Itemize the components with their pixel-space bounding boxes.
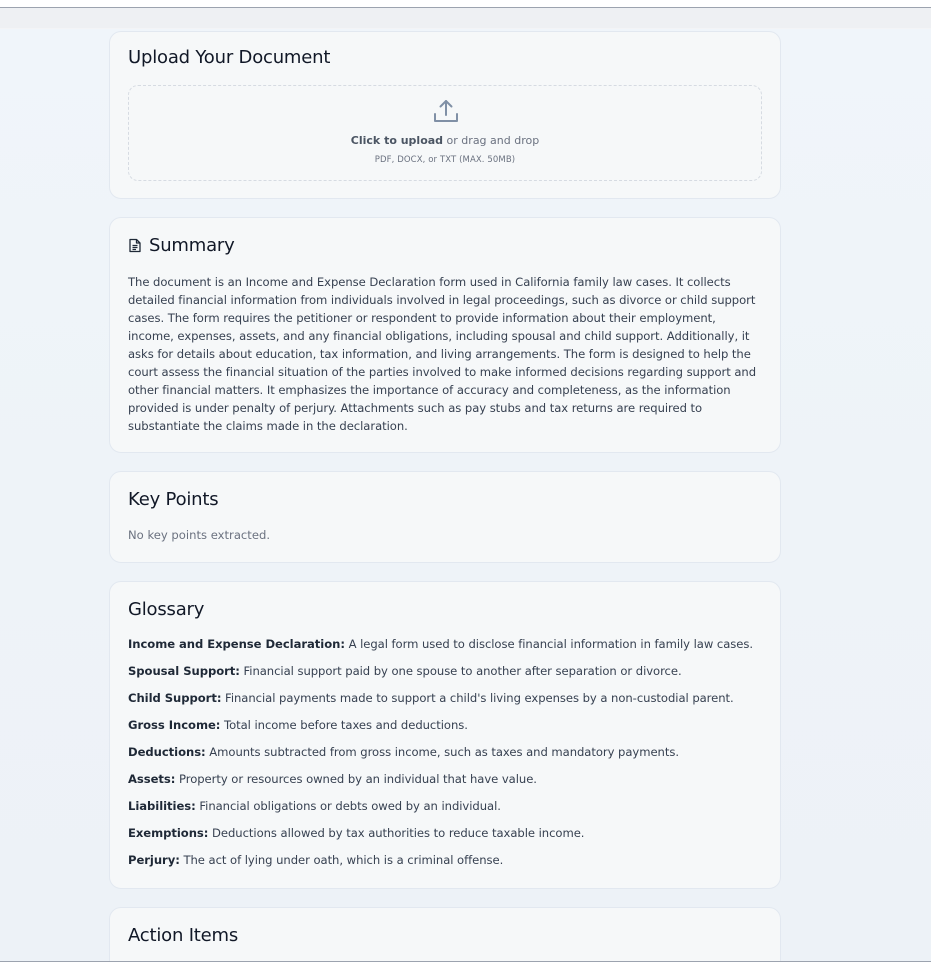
upload-title: Upload Your Document bbox=[128, 47, 331, 68]
page-content: Upload Your Document Click to upload or … bbox=[0, 29, 931, 961]
click-to-upload-link[interactable]: Click to upload bbox=[351, 134, 443, 147]
upload-dropzone[interactable]: Click to upload or drag and drop PDF, DO… bbox=[128, 85, 762, 181]
glossary-definition: Total income before taxes and deductions… bbox=[220, 718, 468, 732]
summary-text: The document is an Income and Expense De… bbox=[128, 275, 757, 433]
upload-file-types: PDF, DOCX, or TXT (MAX. 50MB) bbox=[374, 155, 516, 165]
summary-header: Summary bbox=[128, 235, 235, 256]
key-points-card: Key Points No key points extracted. bbox=[109, 471, 781, 563]
top-bar bbox=[0, 8, 931, 29]
glossary-definition: A legal form used to disclose financial … bbox=[344, 637, 753, 651]
glossary-item: Spousal Support: Financial support paid … bbox=[128, 664, 762, 691]
drag-drop-text: or drag and drop bbox=[443, 134, 540, 147]
glossary-item: Exemptions: Deductions allowed by tax au… bbox=[128, 826, 762, 853]
key-points-empty-text: No key points extracted. bbox=[128, 528, 271, 542]
glossary-term: Deductions: bbox=[128, 745, 206, 759]
glossary-term: Income and Expense Declaration: bbox=[128, 637, 345, 651]
summary-title: Summary bbox=[149, 235, 235, 256]
glossary-term: Gross Income: bbox=[128, 718, 221, 732]
glossary-item: Deductions: Amounts subtracted from gros… bbox=[128, 745, 762, 772]
window-top-border bbox=[0, 0, 931, 8]
glossary-item: Liabilities: Financial obligations or de… bbox=[128, 799, 762, 826]
glossary-definition: Property or resources owned by an indivi… bbox=[175, 772, 537, 786]
glossary-term: Spousal Support: bbox=[128, 664, 240, 678]
glossary-term: Child Support: bbox=[128, 691, 222, 705]
glossary-definition: The act of lying under oath, which is a … bbox=[179, 853, 504, 867]
glossary-title: Glossary bbox=[128, 599, 205, 620]
glossary-term: Assets: bbox=[128, 772, 176, 786]
glossary-definition: Financial payments made to support a chi… bbox=[221, 691, 734, 705]
action-items-card: Action Items bbox=[109, 907, 781, 961]
glossary-term: Liabilities: bbox=[128, 799, 196, 813]
glossary-list: Income and Expense Declaration: A legal … bbox=[128, 637, 762, 880]
document-icon bbox=[129, 238, 141, 253]
glossary-definition: Financial support paid by one spouse to … bbox=[239, 664, 682, 678]
glossary-definition: Financial obligations or debts owed by a… bbox=[195, 799, 501, 813]
window-bottom-border bbox=[0, 961, 931, 968]
glossary-item: Assets: Property or resources owned by a… bbox=[128, 772, 762, 799]
glossary-term: Exemptions: bbox=[128, 826, 209, 840]
key-points-title: Key Points bbox=[128, 489, 219, 510]
glossary-card: Glossary Income and Expense Declaration:… bbox=[109, 581, 781, 889]
summary-card: Summary The document is an Income and Ex… bbox=[109, 217, 781, 453]
upload-icon bbox=[434, 100, 458, 122]
glossary-item: Child Support: Financial payments made t… bbox=[128, 691, 762, 718]
glossary-item: Perjury: The act of lying under oath, wh… bbox=[128, 853, 762, 880]
glossary-definition: Amounts subtracted from gross income, su… bbox=[205, 745, 679, 759]
glossary-definition: Deductions allowed by tax authorities to… bbox=[208, 826, 585, 840]
glossary-term: Perjury: bbox=[128, 853, 180, 867]
upload-instructions: Click to upload or drag and drop bbox=[129, 134, 761, 147]
action-items-title: Action Items bbox=[128, 925, 239, 946]
glossary-item: Income and Expense Declaration: A legal … bbox=[128, 637, 762, 664]
glossary-item: Gross Income: Total income before taxes … bbox=[128, 718, 762, 745]
upload-card: Upload Your Document Click to upload or … bbox=[109, 31, 781, 199]
